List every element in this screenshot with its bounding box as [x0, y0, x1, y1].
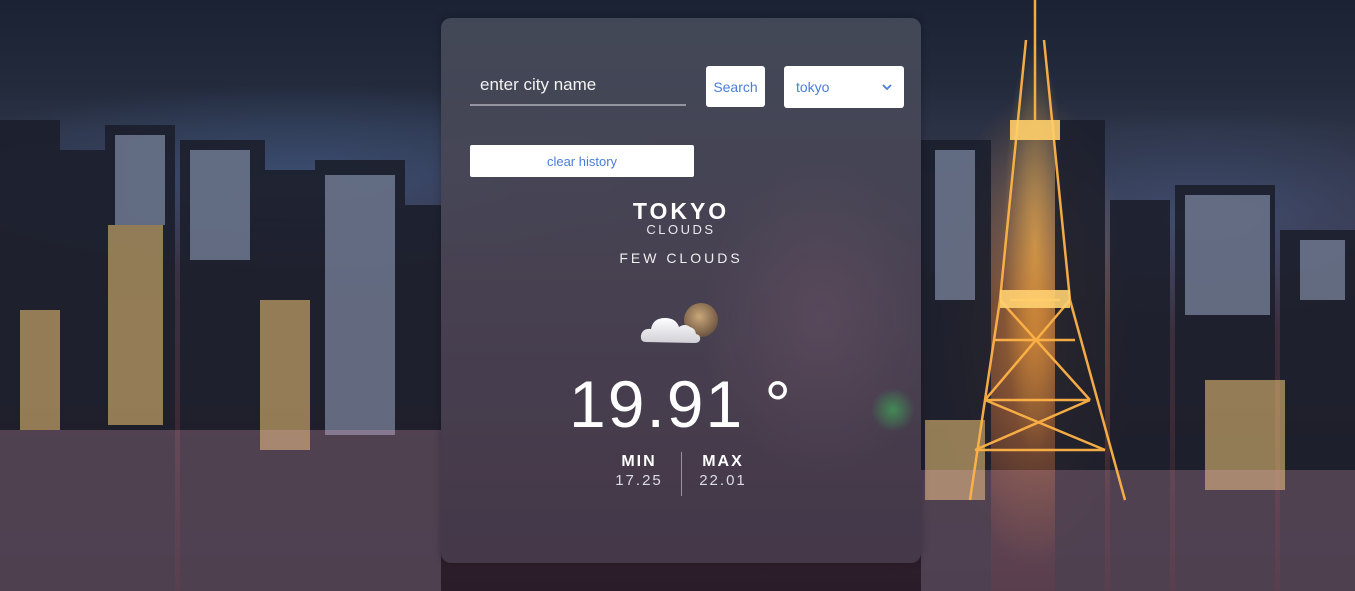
min-max-panel: MIN 17.25 MAX 22.01 [600, 452, 760, 498]
max-temperature: MAX 22.01 [684, 452, 762, 490]
min-temperature: MIN 17.25 [600, 452, 678, 490]
weather-description: FEW CLOUDS [619, 250, 743, 266]
temperature-value: 19.91 ° [569, 367, 793, 441]
city-search-input[interactable] [470, 66, 686, 106]
weather-main: CLOUDS [646, 222, 716, 237]
search-button[interactable]: Search [706, 66, 765, 107]
min-max-divider [681, 452, 682, 496]
few-clouds-night-icon [640, 303, 718, 343]
city-select-dropdown[interactable]: tokyo [784, 66, 904, 108]
max-label: MAX [702, 453, 744, 470]
chevron-down-icon [882, 84, 892, 91]
max-value: 22.01 [699, 472, 747, 489]
min-value: 17.25 [615, 472, 663, 489]
city-select-value: tokyo [796, 79, 830, 95]
min-label: MIN [621, 453, 657, 470]
clear-history-button[interactable]: clear history [470, 145, 694, 177]
city-name: TOKYO [632, 198, 730, 224]
